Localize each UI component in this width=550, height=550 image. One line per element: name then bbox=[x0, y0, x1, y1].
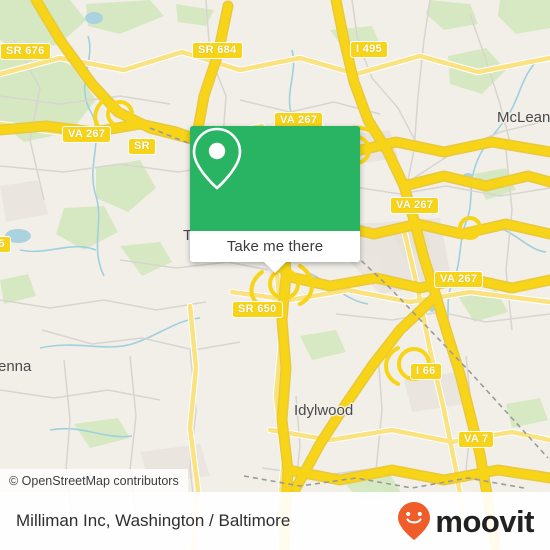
shield-va-267-east: VA 267 bbox=[390, 197, 440, 214]
shield-va-267-west: VA 267 bbox=[62, 126, 112, 143]
shield-label: SR bbox=[134, 140, 150, 152]
moovit-wordmark: moovit bbox=[435, 503, 534, 539]
shield-sr-684: SR 684 bbox=[192, 42, 243, 59]
shield-va-7: VA 7 bbox=[458, 431, 495, 448]
place-label-text: Idylwood bbox=[294, 402, 354, 419]
moovit-map-screen: SR 676 SR 684 I 495 VA 267 VA 267 SR 75 … bbox=[0, 0, 550, 550]
shield-va-267-southeast: VA 267 bbox=[434, 271, 484, 288]
take-me-there-button[interactable]: Take me there bbox=[190, 231, 360, 273]
map-canvas[interactable]: SR 676 SR 684 I 495 VA 267 VA 267 SR 75 … bbox=[0, 0, 550, 550]
place-label-text: enna bbox=[0, 358, 32, 375]
shield-label: VA 267 bbox=[68, 128, 106, 140]
place-label-text: McLean bbox=[497, 109, 550, 126]
shield-label: I 66 bbox=[416, 365, 436, 377]
attribution-text: © OpenStreetMap contributors bbox=[9, 473, 179, 488]
place-label-idylwood: Idylwood bbox=[294, 402, 353, 419]
shield-label: VA 267 bbox=[440, 273, 478, 285]
shield-label: SR 676 bbox=[6, 45, 45, 57]
shield-label: I 495 bbox=[356, 43, 382, 55]
shield-label: VA 267 bbox=[396, 199, 434, 211]
shield-sr-676: SR 676 bbox=[0, 43, 51, 60]
place-label-mclean: McLean bbox=[497, 109, 550, 126]
location-title: Milliman Inc, Washington / Baltimore bbox=[16, 511, 291, 530]
shield-label: VA 267 bbox=[280, 114, 318, 126]
shield-i-495: I 495 bbox=[350, 41, 388, 58]
bottom-info-bar: Milliman Inc, Washington / Baltimore moo… bbox=[0, 492, 550, 550]
shield-label: SR 684 bbox=[198, 44, 237, 56]
shield-i-66: I 66 bbox=[410, 363, 442, 380]
popup-pointer bbox=[264, 262, 286, 273]
shield-label: 75 bbox=[0, 238, 5, 250]
shield-sr-partial: SR bbox=[128, 138, 156, 155]
map-pin-icon bbox=[192, 127, 242, 190]
take-me-there-label: Take me there bbox=[226, 238, 324, 255]
moovit-smiley-pin-icon bbox=[398, 502, 431, 540]
shield-sr-650: SR 650 bbox=[232, 301, 283, 318]
shield-label: SR 650 bbox=[238, 303, 277, 315]
shield-label: VA 7 bbox=[464, 433, 489, 445]
shield-75-partial: 75 bbox=[0, 236, 11, 253]
destination-popup-card[interactable]: Take me there bbox=[190, 126, 360, 273]
moovit-logo[interactable]: moovit bbox=[397, 501, 534, 541]
popup-header bbox=[190, 126, 360, 231]
place-label-vienna: enna bbox=[0, 358, 31, 375]
map-attribution[interactable]: © OpenStreetMap contributors bbox=[0, 469, 188, 492]
